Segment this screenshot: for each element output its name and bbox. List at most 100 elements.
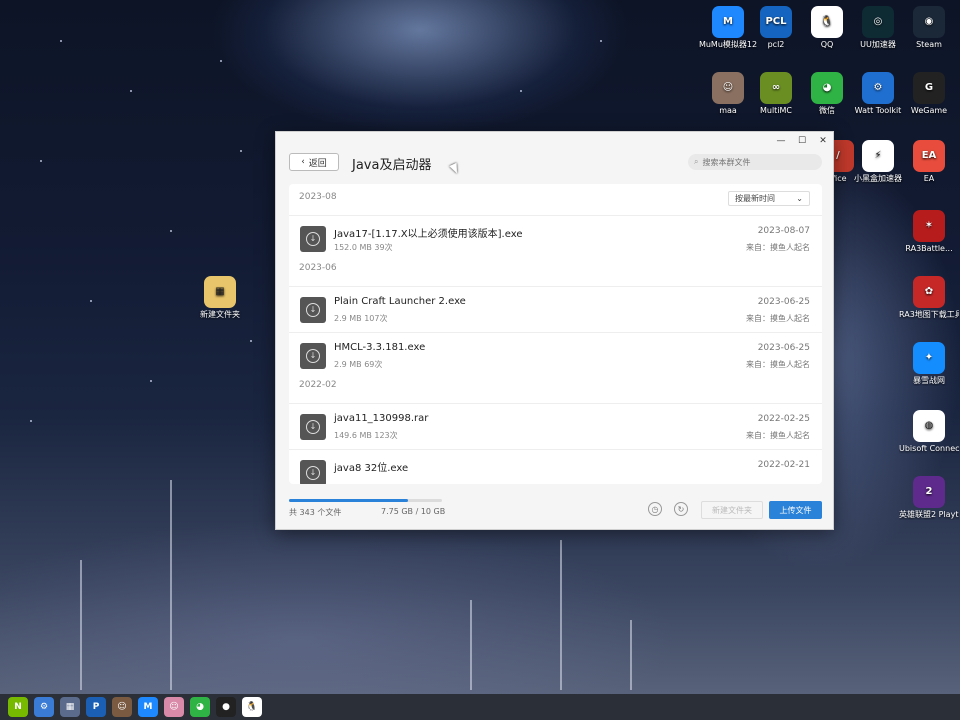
- chevron-left-icon: ‹: [301, 157, 305, 167]
- desktop-shortcut-label: Steam: [916, 40, 942, 49]
- file-name[interactable]: Plain Craft Launcher 2.exe: [334, 296, 466, 307]
- refresh-icon[interactable]: ↻: [674, 502, 688, 516]
- ea-icon: EA: [913, 140, 945, 172]
- wechat-icon: ◕: [811, 72, 843, 104]
- search-input[interactable]: [702, 157, 803, 167]
- file-date: 2023-08-07: [757, 226, 810, 236]
- nvidia-icon[interactable]: N: [8, 697, 28, 717]
- minimize-icon[interactable]: —: [772, 134, 790, 148]
- desktop-shortcut[interactable]: ◉ Steam: [899, 6, 959, 50]
- page-title: Java及启动器: [352, 158, 432, 173]
- storage-progress-fill: [289, 499, 408, 502]
- desktop-shortcut[interactable]: ✦ 暴雪战网: [899, 342, 959, 386]
- file-name[interactable]: Java17-[1.17.X以上必须使用该版本].exe: [334, 225, 522, 240]
- green-app-icon[interactable]: ◕: [190, 697, 210, 717]
- file-date: 2022-02-25: [757, 414, 810, 424]
- file-date: 2023-06-25: [757, 343, 810, 353]
- pcl-icon: PCL: [760, 6, 792, 38]
- search-box[interactable]: ⌕: [688, 154, 822, 170]
- desktop-shortcut[interactable]: ◍ Ubisoft Connect: [899, 410, 959, 454]
- download-icon[interactable]: ↓: [300, 460, 326, 484]
- sort-dropdown[interactable]: 按最新时间 ⌄: [728, 191, 810, 206]
- taskbar: N ⚙ ▦ P ☺ M ☺ ◕ ● 🐧: [0, 694, 960, 720]
- file-date: 2022-02-21: [757, 460, 810, 470]
- ra3battle-icon: ✶: [913, 210, 945, 242]
- maa-avatar-icon: ☺: [712, 72, 744, 104]
- file-list-panel[interactable]: 按最新时间 ⌄ 2023-08 ↓ Java17-[1.17.X以上必须使用该版本]…: [289, 184, 822, 484]
- steam-icon: ◉: [913, 6, 945, 38]
- download-icon[interactable]: ↓: [300, 226, 326, 252]
- file-row[interactable]: ↓ Plain Craft Launcher 2.exe 2.9 MB 107次 20…: [289, 286, 822, 332]
- download-icon[interactable]: ↓: [300, 343, 326, 369]
- ra3-map-tool-icon: ✿: [913, 276, 945, 308]
- mumu-taskbar-icon[interactable]: M: [138, 697, 158, 717]
- clock-history-icon[interactable]: ◷: [648, 502, 662, 516]
- pixiv-icon[interactable]: P: [86, 697, 106, 717]
- desktop-shortcut[interactable]: EA EA: [899, 140, 959, 184]
- file-manager-window: — ☐ ✕ ‹ 返回 Java及启动器 ⌕ 按最新时间 ⌄ 2023-08 ↓ Ja…: [275, 131, 834, 530]
- storage-progress-bar: [289, 499, 442, 502]
- desktop-shortcut-label: Ubisoft Connect: [899, 444, 959, 453]
- file-source: 来自：摸鱼人起名: [746, 243, 810, 252]
- download-icon[interactable]: ↓: [300, 297, 326, 323]
- storage-usage: 7.75 GB / 10 GB: [381, 507, 446, 516]
- file-row[interactable]: ↓ Java17-[1.17.X以上必须使用该版本].exe 152.0 MB 39…: [289, 215, 822, 261]
- file-meta: 2.9 MB 107次: [334, 314, 388, 323]
- xiaoheihe-icon: ⚡: [862, 140, 894, 172]
- desktop-shortcut[interactable]: G WeGame: [899, 72, 959, 116]
- file-meta: 149.6 MB 123次: [334, 431, 398, 440]
- multimc-icon: ∞: [760, 72, 792, 104]
- file-name[interactable]: java8 32位.exe: [334, 459, 408, 474]
- desktop-shortcut-label: 英雄联盟2 Playtest: [899, 510, 959, 519]
- desktop-shortcut-label: 暴雪战网: [913, 376, 945, 385]
- file-source: 来自：摸鱼人起名: [746, 360, 810, 369]
- search-icon: ⌕: [694, 157, 699, 166]
- maximize-icon[interactable]: ☐: [793, 134, 811, 148]
- wegame-icon: G: [913, 72, 945, 104]
- file-name[interactable]: HMCL-3.3.181.exe: [334, 342, 425, 353]
- qq-penguin-icon: 🐧: [811, 6, 843, 38]
- watt-toolkit-icon: ⚙: [862, 72, 894, 104]
- file-row[interactable]: ↓ java11_130998.rar 149.6 MB 123次 2022-02-2…: [289, 403, 822, 449]
- chevron-down-icon: ⌄: [796, 194, 803, 203]
- file-row[interactable]: ↓ java8 32位.exe 2022-02-21: [289, 449, 822, 484]
- desktop-shortcut-label: 新建文件夹: [200, 310, 240, 319]
- qq-taskbar-icon[interactable]: 🐧: [242, 697, 262, 717]
- anime-avatar-icon[interactable]: ☺: [164, 697, 184, 717]
- desktop-shortcut-label: WeGame: [910, 106, 948, 115]
- file-meta: 152.0 MB 39次: [334, 243, 393, 252]
- playtest-icon: 2: [913, 476, 945, 508]
- file-date: 2023-06-25: [757, 297, 810, 307]
- sort-label: 按最新时间: [735, 194, 775, 203]
- group-date-header: 2023-06: [299, 263, 337, 273]
- settings-gear-icon[interactable]: ⚙: [34, 697, 54, 717]
- file-count: 共 343 个文件: [289, 508, 342, 517]
- uu-accelerator-icon: ◎: [862, 6, 894, 38]
- file-source: 来自：摸鱼人起名: [746, 314, 810, 323]
- group-date-header: 2023-08: [299, 192, 337, 202]
- calculator-icon[interactable]: ▦: [60, 697, 80, 717]
- upload-file-button[interactable]: 上传文件: [769, 501, 822, 519]
- battlenet-icon: ✦: [913, 342, 945, 374]
- window-footer: 共 343 个文件 7.75 GB / 10 GB ◷ ↻ 新建文件夹 上传文件: [276, 492, 833, 530]
- group-date-header: 2022-02: [299, 380, 337, 390]
- desktop-shortcut-label: RA3地图下载工具: [899, 310, 959, 319]
- record-icon[interactable]: ●: [216, 697, 236, 717]
- game-avatar-icon[interactable]: ☺: [112, 697, 132, 717]
- new-folder-button[interactable]: 新建文件夹: [701, 501, 763, 519]
- window-titlebar[interactable]: — ☐ ✕: [276, 132, 833, 150]
- close-icon[interactable]: ✕: [814, 134, 832, 148]
- desktop-shortcut[interactable]: ▦ 新建文件夹: [190, 276, 250, 320]
- desktop-shortcut[interactable]: ✿ RA3地图下载工具: [899, 276, 959, 320]
- file-meta: 2.9 MB 69次: [334, 360, 383, 369]
- file-name[interactable]: java11_130998.rar: [334, 413, 428, 424]
- back-button[interactable]: ‹ 返回: [289, 153, 339, 171]
- back-label: 返回: [308, 158, 327, 169]
- file-row[interactable]: ↓ HMCL-3.3.181.exe 2.9 MB 69次 2023-06-25 来自：…: [289, 332, 822, 378]
- desktop-shortcut[interactable]: 2 英雄联盟2 Playtest: [899, 476, 959, 520]
- desktop-shortcut-label: EA: [923, 174, 935, 183]
- download-icon[interactable]: ↓: [300, 414, 326, 440]
- file-source: 来自：摸鱼人起名: [746, 431, 810, 440]
- desktop-shortcut[interactable]: ✶ RA3Battle...: [899, 210, 959, 254]
- mumu-icon: M: [712, 6, 744, 38]
